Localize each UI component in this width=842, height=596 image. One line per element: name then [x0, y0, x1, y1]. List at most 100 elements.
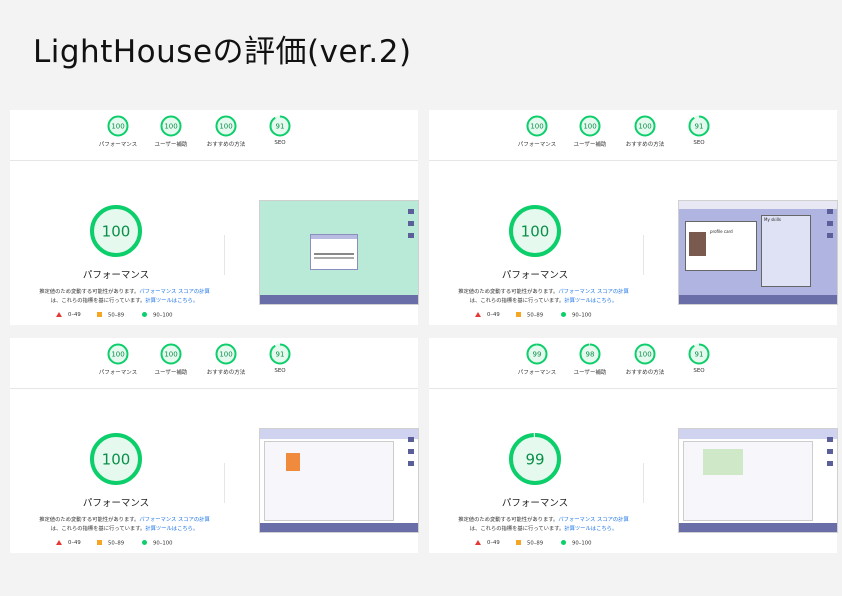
- profile-icon: [827, 437, 833, 442]
- circle-icon: [561, 540, 566, 545]
- score-description: 推定値のため変動する可能性があります。パフォーマンス スコアの計算 は、これらの指…: [441, 288, 646, 306]
- gauge-score: 100: [164, 351, 177, 359]
- score-calc-link[interactable]: パフォーマンス スコアの計算: [558, 517, 628, 523]
- performance-score: 99 パフォーマンス: [479, 431, 591, 509]
- performance-score: 100 パフォーマンス: [60, 203, 172, 281]
- mail-icon: [827, 461, 833, 466]
- dialog-box: [310, 234, 358, 270]
- score-summary-row: 100 パフォーマンス 100 ユーザー補助 100 おすすめの方法 91 SEO: [10, 110, 418, 161]
- score-gauge: 100: [634, 115, 656, 137]
- performance-label: パフォーマンス: [82, 270, 150, 281]
- calculator-link[interactable]: 計算ツールはこちら。: [564, 526, 617, 532]
- folder-icon: [408, 221, 414, 226]
- site-header: [679, 429, 837, 439]
- page-screenshot-thumbnail: profile card My skills: [678, 200, 838, 305]
- legend-pass: 90–100: [142, 540, 173, 547]
- profile-icon: [408, 209, 414, 214]
- gauge-score: 99: [525, 450, 544, 468]
- calculator-link[interactable]: 計算ツールはこちら。: [564, 298, 617, 304]
- gauge-score: 100: [530, 123, 543, 131]
- circle-icon: [561, 312, 566, 317]
- lighthouse-panel: 100 パフォーマンス 100 ユーザー補助 100 おすすめの方法 91 SEO 100 パフォ…: [429, 110, 838, 325]
- performance-label: パフォーマンス: [501, 498, 569, 509]
- main-score-gauge: 100: [90, 433, 142, 485]
- category-label: SEO: [693, 368, 705, 374]
- sidebar-icons: [827, 209, 835, 245]
- mail-icon: [408, 233, 414, 238]
- score-gauge: 100: [579, 115, 601, 137]
- score-summary-row: 100 パフォーマンス 100 ユーザー補助 100 おすすめの方法 91 SEO: [429, 110, 837, 161]
- gauge-score: 100: [638, 351, 651, 359]
- main-score-gauge: 100: [509, 205, 561, 257]
- score-calc-link[interactable]: パフォーマンス スコアの計算: [139, 289, 209, 295]
- category-label: SEO: [274, 140, 286, 146]
- category-score[interactable]: 91 SEO: [245, 115, 315, 146]
- page-screenshot-thumbnail: [259, 428, 419, 533]
- lighthouse-panel: 99 パフォーマンス 98 ユーザー補助 100 おすすめの方法 91 SEO 99 パフォーマン…: [429, 338, 838, 553]
- gauge-score: 100: [521, 222, 550, 240]
- profile-icon: [827, 209, 833, 214]
- calculator-link[interactable]: 計算ツールはこちら。: [145, 298, 198, 304]
- legend-fail: 0–49: [475, 312, 500, 318]
- footer-bar: [679, 523, 837, 532]
- score-calc-link[interactable]: パフォーマンス スコアの計算: [558, 289, 628, 295]
- desc-text-2: は、これらの指標を基に行っています。: [469, 298, 565, 304]
- category-label: SEO: [693, 140, 705, 146]
- legend-average: 50–89: [97, 540, 124, 547]
- lighthouse-panel: 100 パフォーマンス 100 ユーザー補助 100 おすすめの方法 91 SEO 100 パフォ…: [10, 338, 419, 553]
- calculator-link[interactable]: 計算ツールはこちら。: [145, 526, 198, 532]
- category-label: SEO: [274, 368, 286, 374]
- footer-bar: [260, 295, 418, 304]
- site-header: [679, 201, 837, 209]
- map-image: [703, 449, 743, 475]
- content-area: [264, 441, 394, 521]
- score-calc-link[interactable]: パフォーマンス スコアの計算: [139, 517, 209, 523]
- gauge-score: 99: [533, 351, 542, 359]
- score-summary-row: 100 パフォーマンス 100 ユーザー補助 100 おすすめの方法 91 SEO: [10, 338, 418, 389]
- score-gauge: 100: [215, 343, 237, 365]
- desc-text: 推定値のため変動する可能性があります。: [39, 289, 140, 295]
- folder-icon: [827, 449, 833, 454]
- score-summary-row: 99 パフォーマンス 98 ユーザー補助 100 おすすめの方法 91 SEO: [429, 338, 837, 389]
- square-icon: [97, 312, 102, 317]
- page-screenshot-thumbnail: [259, 200, 419, 305]
- score-gauge: 91: [688, 115, 710, 137]
- legend-pass: 90–100: [561, 312, 592, 319]
- performance-label: パフォーマンス: [82, 498, 150, 509]
- footer-bar: [679, 295, 837, 304]
- gauge-score: 100: [111, 351, 124, 359]
- profile-card: profile card: [685, 221, 757, 271]
- sidebar-icons: [827, 437, 835, 473]
- category-score[interactable]: 91 SEO: [245, 343, 315, 374]
- category-score[interactable]: 91 SEO: [664, 115, 734, 146]
- gauge-score: 100: [638, 123, 651, 131]
- category-score[interactable]: 91 SEO: [664, 343, 734, 374]
- gauge-score: 91: [695, 351, 704, 359]
- mail-icon: [408, 461, 414, 466]
- profile-icon: [408, 437, 414, 442]
- page-screenshot-thumbnail: [678, 428, 838, 533]
- triangle-icon: [56, 540, 62, 545]
- main-score-gauge: 100: [90, 205, 142, 257]
- triangle-icon: [475, 540, 481, 545]
- main-score-gauge: 99: [509, 433, 561, 485]
- site-header: [260, 429, 418, 439]
- gauge-score: 91: [695, 123, 704, 131]
- folder-icon: [827, 221, 833, 226]
- legend-fail: 0–49: [475, 540, 500, 546]
- score-gauge: 98: [579, 343, 601, 365]
- gauge-score: 100: [583, 123, 596, 131]
- gauge-score: 100: [111, 123, 124, 131]
- legend-average: 50–89: [97, 312, 124, 319]
- lighthouse-panel: 100 パフォーマンス 100 ユーザー補助 100 おすすめの方法 91 SEO 100 パフォ…: [10, 110, 419, 325]
- mail-icon: [827, 233, 833, 238]
- desc-text-2: は、これらの指標を基に行っています。: [469, 526, 565, 532]
- skills-heading: My skills: [764, 217, 781, 222]
- score-gauge: 99: [526, 343, 548, 365]
- divider: [643, 235, 644, 275]
- gauge-score: 100: [219, 351, 232, 359]
- score-description: 推定値のため変動する可能性があります。パフォーマンス スコアの計算 は、これらの指…: [22, 516, 227, 534]
- footer-bar: [260, 523, 418, 532]
- legend-average: 50–89: [516, 540, 543, 547]
- profile-card-title: profile card: [710, 229, 733, 234]
